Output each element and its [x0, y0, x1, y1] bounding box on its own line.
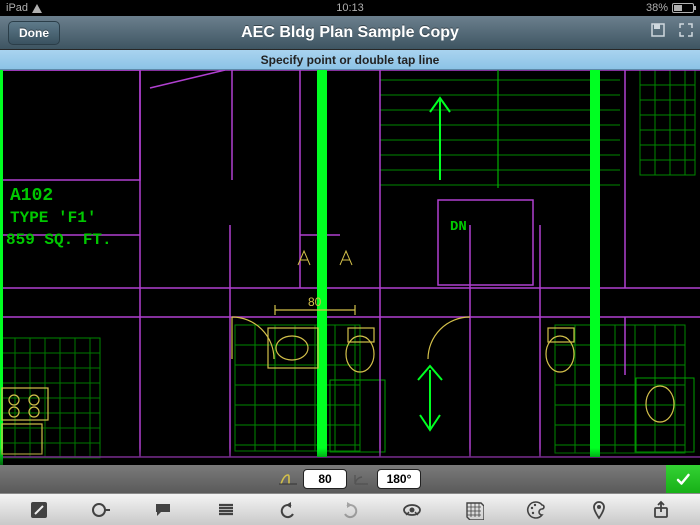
drawing-canvas[interactable]: A102 TYPE 'F1' 859 SQ. FT. DN 80: [0, 70, 700, 465]
stair-label: DN: [450, 219, 467, 235]
grid-icon[interactable]: [460, 498, 488, 522]
battery-percent: 38%: [646, 2, 668, 14]
room-label-1: A102: [10, 186, 53, 206]
coordinate-input-bar: 80 180°: [0, 465, 700, 493]
angle-icon: [353, 470, 371, 488]
title-bar: Done AEC Bldg Plan Sample Copy: [0, 16, 700, 50]
angle-input[interactable]: 180°: [377, 469, 421, 489]
title-actions: [650, 16, 694, 49]
redo-icon[interactable]: [336, 498, 364, 522]
dimension-label: 80: [308, 295, 322, 309]
prompt-text: Specify point or double tap line: [261, 53, 440, 67]
bottom-toolbar: [0, 493, 700, 525]
clock: 10:13: [336, 2, 364, 14]
draw-tool-icon[interactable]: [25, 498, 53, 522]
save-icon[interactable]: [650, 22, 666, 43]
document-title: AEC Bldg Plan Sample Copy: [241, 24, 459, 42]
device-label: iPad: [6, 2, 28, 14]
layers-icon[interactable]: [212, 498, 240, 522]
room-label-2: TYPE 'F1': [10, 209, 96, 227]
room-label-3: 859 SQ. FT.: [6, 231, 112, 249]
share-icon[interactable]: [647, 498, 675, 522]
status-left: iPad: [6, 2, 44, 14]
status-right: 38%: [646, 2, 694, 14]
ios-status-bar: iPad 10:13 38%: [0, 0, 700, 16]
annotation-tool-icon[interactable]: [149, 498, 177, 522]
location-icon[interactable]: [585, 498, 613, 522]
distance-input[interactable]: 80: [303, 469, 347, 489]
done-button[interactable]: Done: [8, 21, 60, 45]
distance-icon: [279, 470, 297, 488]
palette-icon[interactable]: [522, 498, 550, 522]
fullscreen-icon[interactable]: [678, 22, 694, 43]
view-icon[interactable]: [398, 498, 426, 522]
battery-icon: [672, 3, 694, 13]
wifi-icon: [32, 4, 44, 13]
command-prompt: Specify point or double tap line: [0, 50, 700, 70]
confirm-button[interactable]: [666, 465, 700, 493]
measure-tool-icon[interactable]: [87, 498, 115, 522]
undo-icon[interactable]: [274, 498, 302, 522]
